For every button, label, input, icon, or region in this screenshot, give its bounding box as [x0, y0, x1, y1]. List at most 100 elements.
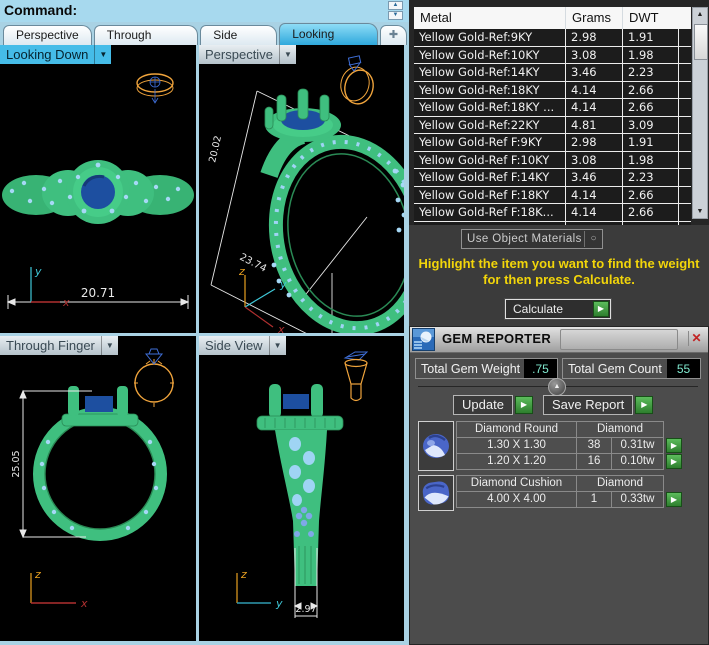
go-arrow-icon[interactable]: ▶ [666, 438, 682, 453]
column-header-dwt[interactable]: DWT [623, 7, 691, 29]
gem-material-header: Diamond [576, 421, 664, 438]
chevron-down-icon[interactable]: ▼ [269, 336, 286, 355]
dimension-width: 20.71 [8, 286, 188, 309]
ring-thumbnail-icon [345, 352, 367, 401]
viewport-label-looking-down[interactable]: Looking Down ▼ [0, 45, 111, 64]
save-report-button[interactable]: Save Report ▶ [543, 395, 653, 415]
svg-text:x: x [277, 323, 285, 333]
go-arrow-icon[interactable]: ▶ [635, 396, 653, 414]
gem-material-header: Diamond [576, 475, 664, 492]
axis-icon: z y [237, 568, 283, 610]
gem-count: 1 [576, 491, 612, 508]
collapse-toggle[interactable]: ▲ [548, 378, 566, 396]
total-gem-weight: Total Gem Weight .75 [415, 358, 558, 379]
table-row[interactable]: Yellow Gold-Ref F:18K...4.142.66 [414, 204, 691, 222]
chevron-down-icon[interactable]: ▼ [94, 45, 111, 64]
viewport-label-through-finger[interactable]: Through Finger ▼ [0, 336, 118, 355]
table-row[interactable]: Yellow Gold-Ref:22KY4.813.09 [414, 117, 691, 135]
gem-size: 1.20 X 1.20 [456, 453, 577, 470]
svg-text:z: z [240, 568, 247, 581]
viewport-looking-down[interactable]: Looking Down ▼ [0, 45, 196, 333]
command-bar[interactable]: Command: ▲ ▼ [0, 0, 409, 23]
ring-top-view [2, 160, 194, 224]
svg-text:20.02: 20.02 [207, 135, 224, 164]
through-finger-canvas: 25.05 z x [0, 336, 196, 641]
gem-reporter-panel: GEM REPORTER ✕ Total Gem Weight .75 Tota… [409, 326, 709, 645]
update-button[interactable]: Update ▶ [453, 395, 533, 415]
gem-size: 4.00 X 4.00 [456, 491, 577, 508]
table-row[interactable]: Yellow Gold-Ref F:14KY3.462.23 [414, 169, 691, 187]
ellipsis-circle-icon[interactable]: ○ [584, 231, 602, 247]
viewport-through-finger[interactable]: Through Finger ▼ [0, 336, 196, 641]
tab-looking-down[interactable]: Looking Down [279, 23, 378, 45]
total-count-value: 55 [667, 359, 700, 378]
table-row[interactable]: Yellow Gold-Ref F:10KY3.081.98 [414, 152, 691, 170]
chevron-down-icon[interactable]: ▼ [279, 45, 296, 64]
titlebar-handle[interactable] [560, 329, 678, 350]
total-gem-count: Total Gem Count 55 [562, 358, 701, 379]
gem-count: 38 [576, 437, 612, 454]
ring-thumbnail-icon [337, 56, 376, 107]
gem-size: 1.30 X 1.30 [456, 437, 577, 454]
gem-weight: 0.10tw [611, 453, 664, 470]
command-prompt-label: Command: [4, 2, 77, 18]
ring-thumbnail-icon [137, 74, 173, 103]
svg-text:2.97: 2.97 [295, 604, 316, 615]
table-row[interactable]: Yellow Gold-Ref F:9KY2.981.91 [414, 134, 691, 152]
gem-shape-header: Diamond Round [456, 421, 577, 438]
gem-reporter-titlebar[interactable]: GEM REPORTER ✕ [410, 327, 708, 353]
plus-icon: ✚ [389, 29, 398, 41]
scroll-down-icon[interactable]: ▼ [693, 205, 707, 218]
ring-perspective-view [259, 89, 404, 333]
command-history-spinner: ▲ ▼ [388, 1, 403, 21]
cad-area: Command: ▲ ▼ Perspective Through Finger … [0, 0, 409, 645]
viewport-label-side-view[interactable]: Side View ▼ [199, 336, 286, 355]
table-scrollbar[interactable]: ▲ ▼ [692, 7, 708, 219]
go-arrow-icon[interactable]: ▶ [666, 454, 682, 469]
metal-table-body: Yellow Gold-Ref:9KY2.981.91 Yellow Gold-… [414, 29, 691, 225]
close-icon[interactable]: ✕ [688, 331, 704, 346]
table-row[interactable]: Yellow Gold-Ref:10KY3.081.98 [414, 47, 691, 65]
go-arrow-icon[interactable]: ▶ [593, 301, 609, 317]
tab-perspective[interactable]: Perspective [3, 25, 92, 45]
scroll-up-icon[interactable]: ▲ [693, 8, 707, 21]
table-row[interactable]: Yellow Gold-Ref:9KY2.981.91 [414, 29, 691, 47]
gem-reporter-icon [412, 328, 435, 351]
svg-text:x: x [80, 597, 88, 610]
go-arrow-icon[interactable]: ▶ [666, 492, 682, 507]
metal-weight-table: Metal Grams DWT Yellow Gold-Ref:9KY2.981… [409, 0, 709, 225]
column-header-grams[interactable]: Grams [566, 7, 623, 29]
go-arrow-icon[interactable]: ▶ [515, 396, 533, 414]
scroll-up-icon[interactable]: ▲ [388, 1, 403, 10]
table-row[interactable]: Yellow Gold-Ref:18KY4.142.66 [414, 82, 691, 100]
ring-thumbnail-icon [134, 349, 174, 407]
viewport-perspective[interactable]: Perspective ▼ [199, 45, 404, 333]
chevron-down-icon[interactable]: ▼ [101, 336, 118, 355]
ring-front-view [39, 386, 161, 535]
tab-through-finger[interactable]: Through Finger [94, 25, 199, 45]
gem-shape-header: Diamond Cushion [456, 475, 577, 492]
column-header-metal[interactable]: Metal [414, 7, 566, 29]
svg-text:y: y [279, 278, 287, 291]
svg-text:20.71: 20.71 [81, 286, 115, 300]
table-row[interactable]: Yellow Gold-Ref F:18KY4.142.66 [414, 187, 691, 205]
viewport-label-perspective[interactable]: Perspective ▼ [199, 45, 296, 64]
table-row[interactable]: Yellow Gold-Ref:14KY3.462.23 [414, 64, 691, 82]
calculate-button[interactable]: Calculate ▶ [505, 299, 611, 319]
tab-side-view[interactable]: Side View [200, 25, 277, 45]
perspective-canvas: 20.02 23.74 [199, 45, 404, 333]
looking-down-canvas: 20.71 y x [0, 45, 196, 333]
svg-text:25.05: 25.05 [11, 450, 22, 477]
matrix-cad-window: Command: ▲ ▼ Perspective Through Finger … [0, 0, 709, 645]
table-row[interactable]: Yellow Gold-Ref:18KY ...4.142.66 [414, 99, 691, 117]
svg-text:z: z [34, 568, 41, 581]
scrollbar-thumb[interactable] [694, 24, 708, 60]
use-object-materials-dropdown[interactable]: Use Object Materials ○ [461, 229, 603, 249]
svg-text:z: z [238, 265, 245, 278]
add-viewport-tab[interactable]: ✚ [380, 25, 407, 45]
viewport-side-view[interactable]: Side View ▼ [199, 336, 404, 641]
table-row[interactable]: Yellow Gold-Ref F:22KY4.813.09 [414, 222, 691, 226]
weight-panel: Metal Grams DWT Yellow Gold-Ref:9KY2.981… [409, 0, 709, 645]
scroll-down-icon[interactable]: ▼ [388, 11, 403, 20]
svg-text:y: y [34, 265, 42, 278]
